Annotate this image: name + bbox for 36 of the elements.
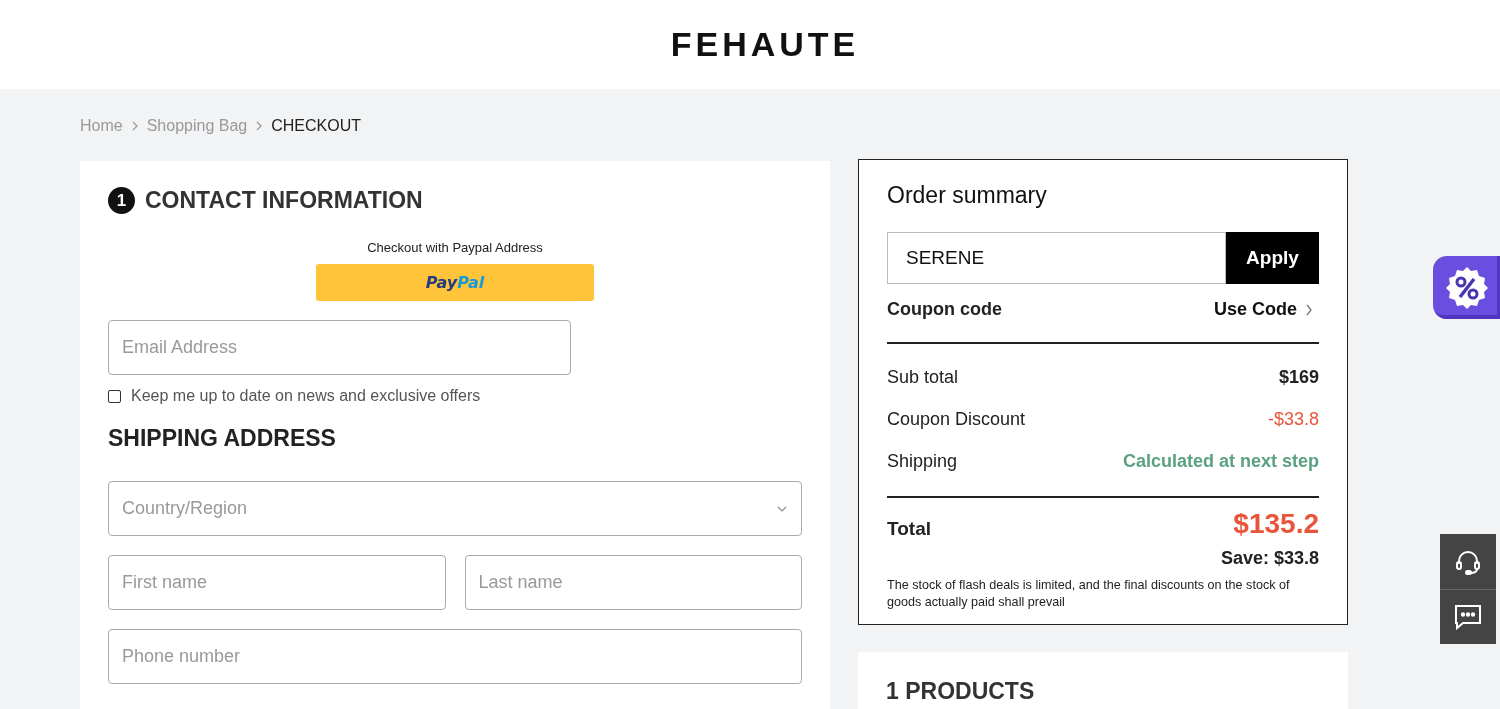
- chevron-icon: [1305, 303, 1313, 316]
- coupon-label: Coupon code: [887, 299, 1002, 320]
- discount-icon[interactable]: [1433, 256, 1500, 319]
- checkbox-label: Keep me up to date on news and exclusive offers: [131, 387, 481, 405]
- savings-text: Save: $33.8: [1219, 548, 1319, 569]
- caret-icon: [776, 504, 788, 513]
- chevron-icon: [255, 121, 264, 131]
- line-label: Coupon Discount: [887, 408, 1026, 430]
- first-name-field[interactable]: First name: [108, 555, 446, 610]
- section-title: SHIPPING ADDRESS: [108, 425, 337, 452]
- line-value: $169: [1278, 366, 1319, 388]
- breadcrumb-link[interactable]: CHECKOUT: [271, 117, 361, 135]
- line-label: Shipping: [887, 450, 958, 472]
- email-field[interactable]: Email Address: [108, 320, 571, 375]
- total-label: Total: [887, 518, 931, 540]
- last-name-field[interactable]: Last name: [464, 555, 802, 610]
- disclaimer-text: The stock of flash deals is limited, and the final discounts on the stock of goods actually paid shall prevail: [887, 577, 1291, 611]
- use-code-link[interactable]: Use Code: [1213, 299, 1319, 320]
- support-headset-icon[interactable]: [1440, 534, 1496, 589]
- paypal-button[interactable]: PayPal: [316, 264, 594, 301]
- line-value: -$33.8: [1267, 408, 1319, 430]
- coupon-field[interactable]: SERENE: [887, 232, 1226, 284]
- total-value: $135.2: [1233, 508, 1319, 540]
- line-label: Sub total: [887, 366, 959, 388]
- store-logo[interactable]: FEHAUTE: [670, 25, 860, 64]
- summary-title: Order summary: [887, 182, 1048, 209]
- apply-button[interactable]: Apply: [1226, 232, 1319, 284]
- chevron-icon: [130, 121, 139, 131]
- checkbox[interactable]: [108, 389, 121, 403]
- section-title: CONTACT INFORMATION: [145, 187, 423, 214]
- step-badge: 1: [108, 187, 135, 214]
- paypal-caption: Checkout with Paypal Address: [366, 240, 544, 255]
- chat-icon[interactable]: [1440, 589, 1496, 644]
- products-title: 1 PRODUCTS: [886, 678, 1035, 704]
- line-value: Calculated at next step: [1122, 450, 1319, 472]
- phone-field[interactable]: Phone number: [108, 629, 802, 684]
